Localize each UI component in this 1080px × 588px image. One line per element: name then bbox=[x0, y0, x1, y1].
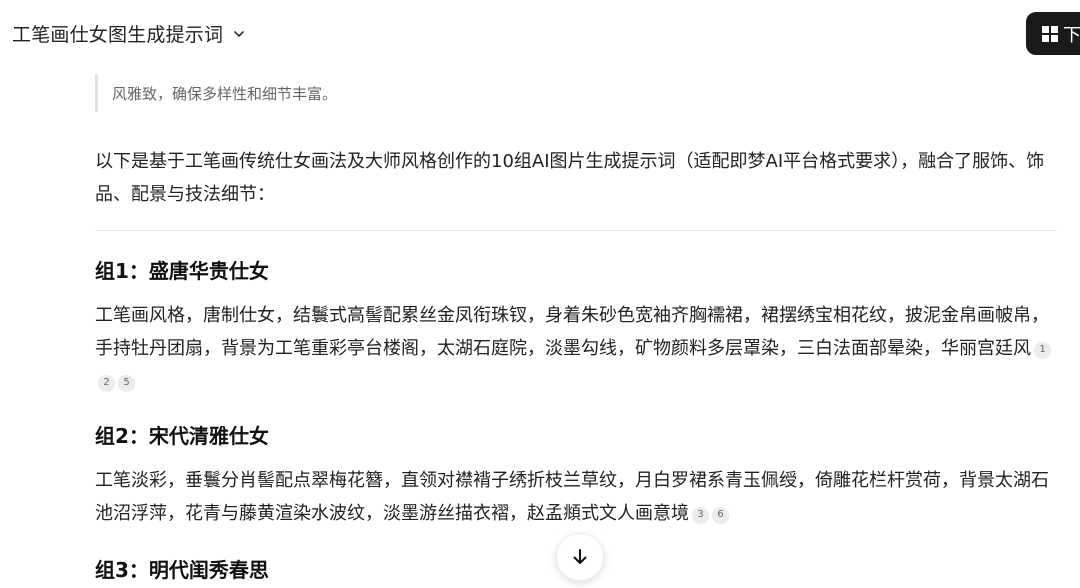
scroll-to-bottom-button[interactable] bbox=[556, 533, 604, 581]
conversation-title-dropdown[interactable]: 工笔画仕女图生成提示词 bbox=[12, 20, 245, 47]
intro-paragraph: 以下是基于工笔画传统仕女画法及大师风格创作的10组AI图片生成提示词（适配即梦A… bbox=[95, 151, 1045, 205]
citation-badge[interactable]: 5 bbox=[118, 374, 135, 392]
group-2-text: 工笔淡彩，垂鬟分肖髻配点翠梅花簪，直领对襟褙子绣折枝兰草纹，月白罗裙系青玉佩绶，… bbox=[95, 470, 1049, 524]
group-2-body: 工笔淡彩，垂鬟分肖髻配点翠梅花簪，直领对襟褙子绣折枝兰草纹，月白罗裙系青玉佩绶，… bbox=[95, 464, 1057, 530]
citation-badge[interactable]: 2 bbox=[98, 374, 115, 392]
download-button[interactable]: 下 bbox=[1026, 12, 1080, 55]
conversation-title: 工笔画仕女图生成提示词 bbox=[12, 24, 224, 46]
group-2-heading: 组2：宋代清雅仕女 bbox=[95, 424, 269, 448]
group-1-body: 工笔画风格，唐制仕女，结鬟式高髻配累丝金凤衔珠钗，身着朱砂色宽袖齐胸襦裙，裙摆绣… bbox=[95, 299, 1057, 398]
chevron-down-icon bbox=[234, 30, 245, 37]
blockquote-text: 风雅致，确保多样性和细节丰富。 bbox=[112, 84, 338, 103]
divider bbox=[95, 230, 1057, 231]
citation-badge[interactable]: 1 bbox=[1034, 341, 1051, 359]
arrow-down-icon bbox=[573, 549, 587, 564]
download-label: 下 bbox=[1063, 24, 1080, 46]
group-1-heading: 组1：盛唐华贵仕女 bbox=[95, 259, 269, 283]
top-bar: 工笔画仕女图生成提示词 下 bbox=[0, 0, 1080, 68]
blockquote: 风雅致，确保多样性和细节丰富。 bbox=[95, 74, 1057, 112]
windows-icon bbox=[1042, 25, 1058, 42]
citation-badge[interactable]: 6 bbox=[712, 506, 729, 524]
citation-badge[interactable]: 3 bbox=[692, 506, 709, 524]
group-1-text: 工笔画风格，唐制仕女，结鬟式高髻配累丝金凤衔珠钗，身着朱砂色宽袖齐胸襦裙，裙摆绣… bbox=[95, 305, 1049, 359]
message-content: 风雅致，确保多样性和细节丰富。 以下是基于工笔画传统仕女画法及大师风格创作的10… bbox=[95, 70, 1057, 588]
